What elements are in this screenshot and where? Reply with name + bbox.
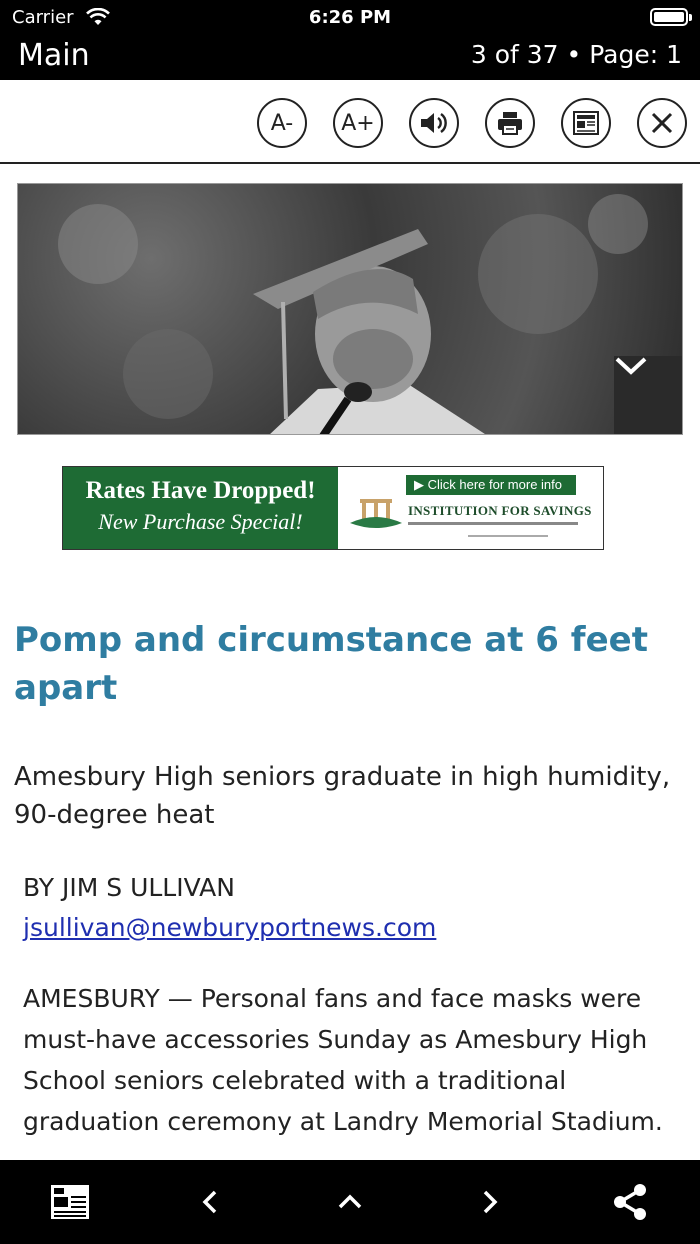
advertisement-banner[interactable]: Rates Have Dropped! New Purchase Special… bbox=[62, 466, 604, 550]
view-page-button[interactable] bbox=[561, 98, 611, 148]
bank-logo-icon bbox=[350, 499, 402, 528]
article-toolbar: A- A+ bbox=[0, 80, 700, 164]
read-aloud-button[interactable] bbox=[409, 98, 459, 148]
decrease-font-label: A- bbox=[270, 110, 294, 136]
close-button[interactable] bbox=[637, 98, 687, 148]
status-bar: Carrier 6:26 PM bbox=[0, 0, 700, 36]
volume-icon bbox=[421, 113, 447, 133]
chevron-down-icon bbox=[615, 357, 647, 375]
newspaper-icon bbox=[573, 111, 599, 135]
article-photo[interactable] bbox=[17, 183, 683, 435]
share-icon bbox=[614, 1184, 646, 1220]
increase-font-button[interactable]: A+ bbox=[333, 98, 383, 148]
graduate-photo-illustration bbox=[58, 194, 648, 434]
top-bar: Carrier 6:26 PM Main 3 of 37 • Page: 1 bbox=[0, 0, 700, 80]
ad-bank-panel: ▶ Click here for more info INSTITUTION F… bbox=[338, 467, 603, 549]
clock: 6:26 PM bbox=[308, 7, 392, 28]
article-body: AMESBURY — Personal fans and face masks … bbox=[23, 984, 663, 1136]
author-email-link[interactable]: jsullivan@newburyportnews.com bbox=[23, 908, 436, 948]
ad-fineprint-divider bbox=[468, 535, 548, 537]
ad-tagline-divider bbox=[408, 522, 578, 525]
page-view-button[interactable] bbox=[48, 1180, 92, 1224]
article-subheadline: Amesbury High seniors graduate in high h… bbox=[14, 762, 671, 830]
section-title: Main bbox=[18, 38, 90, 73]
previous-article-button[interactable] bbox=[188, 1180, 232, 1224]
increase-font-label: A+ bbox=[341, 110, 375, 136]
battery-icon bbox=[650, 8, 692, 26]
print-icon bbox=[498, 112, 522, 135]
scroll-top-button[interactable] bbox=[328, 1180, 372, 1224]
ad-offer-panel: Rates Have Dropped! New Purchase Special… bbox=[63, 467, 338, 549]
chevron-left-icon bbox=[202, 1190, 217, 1214]
chevron-up-icon bbox=[338, 1194, 362, 1209]
ad-subline: New Purchase Special! bbox=[98, 509, 303, 534]
print-button[interactable] bbox=[485, 98, 535, 148]
expand-caption-button[interactable] bbox=[614, 356, 682, 434]
chevron-right-icon bbox=[483, 1190, 498, 1214]
share-button[interactable] bbox=[608, 1180, 652, 1224]
decrease-font-button[interactable]: A- bbox=[257, 98, 307, 148]
ad-cta-button[interactable]: ▶ Click here for more info bbox=[406, 475, 576, 495]
page-indicator: 3 of 37 • Page: 1 bbox=[470, 40, 682, 69]
next-article-button[interactable] bbox=[468, 1180, 512, 1224]
ad-bank-name: INSTITUTION FOR SAVINGS bbox=[408, 503, 592, 518]
newspaper-icon bbox=[51, 1185, 89, 1219]
article-headline: Pomp and circumstance at 6 feet apart bbox=[14, 620, 648, 708]
close-icon bbox=[651, 112, 673, 134]
ad-headline: Rates Have Dropped! bbox=[85, 477, 316, 504]
bottom-toolbar bbox=[0, 1160, 700, 1244]
article-byline: BY JIM S ULLIVAN bbox=[23, 873, 235, 902]
